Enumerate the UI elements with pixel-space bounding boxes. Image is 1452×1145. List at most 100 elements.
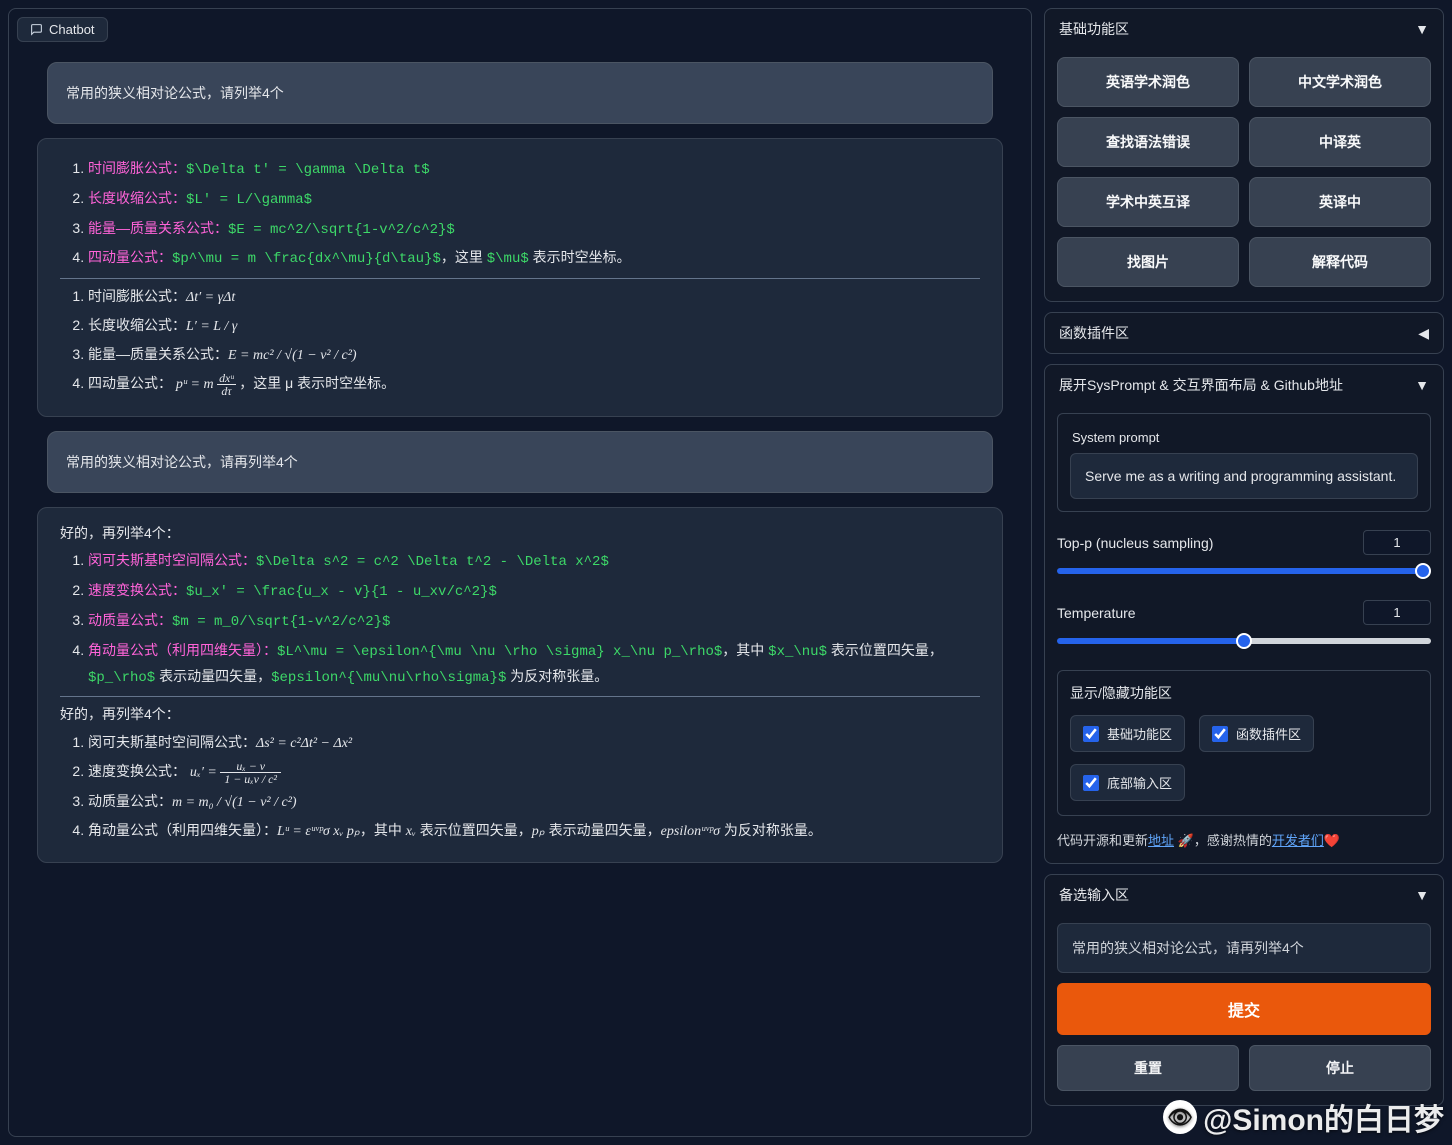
sysprompt-panel-toggle[interactable]: 展开SysPrompt & 交互界面布局 & Github地址 ▼ xyxy=(1045,365,1443,405)
formula-label: 速度变换公式： xyxy=(88,582,186,598)
func-button[interactable]: 学术中英互译 xyxy=(1057,177,1239,227)
sidebar: 基础功能区 ▼ 英语学术润色 中文学术润色 查找语法错误 中译英 学术中英互译 … xyxy=(1044,8,1444,1137)
func-button[interactable]: 查找语法错误 xyxy=(1057,117,1239,167)
topp-value[interactable]: 1 xyxy=(1363,530,1431,555)
basic-panel-toggle[interactable]: 基础功能区 ▼ xyxy=(1045,9,1443,49)
formula-rendered: pᵘ = m dxᵘdτ xyxy=(176,377,239,392)
check-plugins[interactable]: 函数插件区 xyxy=(1199,715,1314,752)
temperature-slider: Temperature 1 xyxy=(1057,600,1431,652)
temperature-value[interactable]: 1 xyxy=(1363,600,1431,625)
list-item: 角动量公式（利用四维矢量）：Lᵘ = εᵘᵛᵖσ xᵥ pₚ，其中 xᵥ 表示位… xyxy=(88,819,980,844)
check-basic[interactable]: 基础功能区 xyxy=(1070,715,1185,752)
formula-raw: $m = m_0/\sqrt{1-v^2/c^2}$ xyxy=(172,614,390,630)
slider-label: Top-p (nucleus sampling) xyxy=(1057,535,1213,551)
list-item: 长度收缩公式：$L' = L/\gamma$ xyxy=(88,187,980,213)
tail-text: 表示时空坐标。 xyxy=(529,249,631,265)
list-item: 动质量公式：$m = m_0/\sqrt{1-v^2/c^2}$ xyxy=(88,609,980,635)
topp-slider: Top-p (nucleus sampling) 1 xyxy=(1057,530,1431,582)
plugins-panel-toggle[interactable]: 函数插件区 ◀ xyxy=(1045,313,1443,353)
chat-panel: Chatbot 常用的狭义相对论公式，请列举4个 时间膨胀公式：$\Delta … xyxy=(8,8,1032,1137)
formula-raw: $u_x' = \frac{u_x - v}{1 - u_xv/c^2}$ xyxy=(186,584,497,600)
formula-label: 动质量公式： xyxy=(88,612,172,628)
source-link[interactable]: 地址 xyxy=(1148,833,1174,848)
formula-label: 四动量公式： xyxy=(88,375,172,391)
formula-rendered: m = m₀ / √(1 − v² / c²) xyxy=(172,795,297,810)
checkbox-icon[interactable] xyxy=(1083,775,1099,791)
formula-raw: $p^\mu = m \frac{dx^\mu}{d\tau}$ xyxy=(172,251,441,267)
checkbox-icon[interactable] xyxy=(1083,726,1099,742)
showhide-group: 显示/隐藏功能区 基础功能区 函数插件区 底部输入区 xyxy=(1057,670,1431,816)
list-item: 四动量公式： pᵘ = m dxᵘdτ ，这里 μ 表示时空坐标。 xyxy=(88,372,980,398)
check-bottom[interactable]: 底部输入区 xyxy=(1070,764,1185,801)
list-item: 闵可夫斯基时空间隔公式：Δs² = c²Δt² − Δx² xyxy=(88,731,980,756)
formula-rendered: Lᵘ = εᵘᵛᵖσ xᵥ pₚ xyxy=(277,824,360,839)
user-message-text: 常用的狭义相对论公式，请再列举4个 xyxy=(66,454,298,470)
sysprompt-input[interactable]: Serve me as a writing and programming as… xyxy=(1070,453,1418,499)
formula-label: 能量—质量关系公式： xyxy=(88,220,228,236)
formula-label: 角动量公式（利用四维矢量）： xyxy=(88,642,277,658)
basic-buttons: 英语学术润色 中文学术润色 查找语法错误 中译英 学术中英互译 英译中 找图片 … xyxy=(1057,57,1431,287)
chevron-down-icon: ▼ xyxy=(1415,887,1429,903)
user-message: 常用的狭义相对论公式，请再列举4个 xyxy=(47,431,993,493)
chat-icon xyxy=(30,23,43,36)
submit-button[interactable]: 提交 xyxy=(1057,983,1431,1035)
tail-text: ，这里 xyxy=(441,249,487,265)
tail-text: ，这里 μ 表示时空坐标。 xyxy=(239,375,395,391)
bot-intro: 好的，再列举4个： xyxy=(60,703,980,727)
list-item: 闵可夫斯基时空间隔公式：$\Delta s^2 = c^2 \Delta t^2… xyxy=(88,549,980,575)
list-item: 速度变换公式： uₓ′ = uₓ − v1 − uₓv / c² xyxy=(88,760,980,786)
sysprompt-value: Serve me as a writing and programming as… xyxy=(1085,468,1396,484)
temperature-slider-input[interactable] xyxy=(1057,633,1431,649)
sysprompt-panel: 展开SysPrompt & 交互界面布局 & Github地址 ▼ System… xyxy=(1044,364,1444,864)
formula-label: 时间膨胀公式： xyxy=(88,288,186,304)
func-button[interactable]: 找图片 xyxy=(1057,237,1239,287)
func-button[interactable]: 中文学术润色 xyxy=(1249,57,1431,107)
func-button[interactable]: 中译英 xyxy=(1249,117,1431,167)
list-item: 时间膨胀公式：Δt′ = γΔt xyxy=(88,285,980,310)
bot-message: 好的，再列举4个： 闵可夫斯基时空间隔公式：$\Delta s^2 = c^2 … xyxy=(37,507,1003,863)
formula-label: 时间膨胀公式： xyxy=(88,160,186,176)
bot-message: 时间膨胀公式：$\Delta t' = \gamma \Delta t$ 长度收… xyxy=(37,138,1003,417)
devs-link[interactable]: 开发者们 xyxy=(1272,833,1324,848)
checkbox-icon[interactable] xyxy=(1212,726,1228,742)
list-item: 能量—质量关系公式：$E = mc^2/\sqrt{1-v^2/c^2}$ xyxy=(88,217,980,243)
alt-input-panel-toggle[interactable]: 备选输入区 ▼ xyxy=(1045,875,1443,915)
func-button[interactable]: 解释代码 xyxy=(1249,237,1431,287)
topp-slider-input[interactable] xyxy=(1057,563,1431,579)
formula-label: 能量—质量关系公式： xyxy=(88,346,228,362)
alt-input-panel: 备选输入区 ▼ 常用的狭义相对论公式，请再列举4个 提交 重置 停止 xyxy=(1044,874,1444,1106)
sysprompt-label: System prompt xyxy=(1072,430,1416,445)
plugins-panel: 函数插件区 ◀ xyxy=(1044,312,1444,354)
func-button[interactable]: 英译中 xyxy=(1249,177,1431,227)
formula-label: 动质量公式： xyxy=(88,793,172,809)
formula-rendered: Δt′ = γΔt xyxy=(186,290,235,305)
panel-title: 展开SysPrompt & 交互界面布局 & Github地址 xyxy=(1059,375,1343,395)
list-item: 速度变换公式：$u_x' = \frac{u_x - v}{1 - u_xv/c… xyxy=(88,579,980,605)
chevron-left-icon: ◀ xyxy=(1418,325,1429,342)
formula-label: 闵可夫斯基时空间隔公式： xyxy=(88,552,256,568)
formula-raw: $L' = L/\gamma$ xyxy=(186,192,312,208)
formula-rendered: Δs² = c²Δt² − Δx² xyxy=(256,736,352,751)
formula-label: 长度收缩公式： xyxy=(88,190,186,206)
formula-raw: $\Delta t' = \gamma \Delta t$ xyxy=(186,162,430,178)
heart-icon: ❤️ xyxy=(1324,833,1340,848)
formula-raw: $E = mc^2/\sqrt{1-v^2/c^2}$ xyxy=(228,222,455,238)
list-item: 长度收缩公式：L′ = L / γ xyxy=(88,314,980,339)
chat-tab[interactable]: Chatbot xyxy=(17,17,108,42)
formula-raw: $L^\mu = \epsilon^{\mu \nu \rho \sigma} … xyxy=(277,644,722,660)
user-message: 常用的狭义相对论公式，请列举4个 xyxy=(47,62,993,124)
list-item: 时间膨胀公式：$\Delta t' = \gamma \Delta t$ xyxy=(88,157,980,183)
basic-panel: 基础功能区 ▼ 英语学术润色 中文学术润色 查找语法错误 中译英 学术中英互译 … xyxy=(1044,8,1444,302)
reset-button[interactable]: 重置 xyxy=(1057,1045,1239,1091)
showhide-title: 显示/隐藏功能区 xyxy=(1070,683,1418,703)
chat-scroll[interactable]: 常用的狭义相对论公式，请列举4个 时间膨胀公式：$\Delta t' = \ga… xyxy=(17,48,1023,1128)
formula-label: 闵可夫斯基时空间隔公式： xyxy=(88,734,256,750)
list-item: 角动量公式（利用四维矢量）：$L^\mu = \epsilon^{\mu \nu… xyxy=(88,639,980,691)
alt-input-value: 常用的狭义相对论公式，请再列举4个 xyxy=(1072,940,1304,956)
stop-button[interactable]: 停止 xyxy=(1249,1045,1431,1091)
func-button[interactable]: 英语学术润色 xyxy=(1057,57,1239,107)
alt-input-field[interactable]: 常用的狭义相对论公式，请再列举4个 xyxy=(1057,923,1431,973)
formula-label: 速度变换公式： xyxy=(88,763,186,779)
formula-rendered: E = mc² / √(1 − v² / c²) xyxy=(228,348,357,363)
slider-label: Temperature xyxy=(1057,605,1136,621)
